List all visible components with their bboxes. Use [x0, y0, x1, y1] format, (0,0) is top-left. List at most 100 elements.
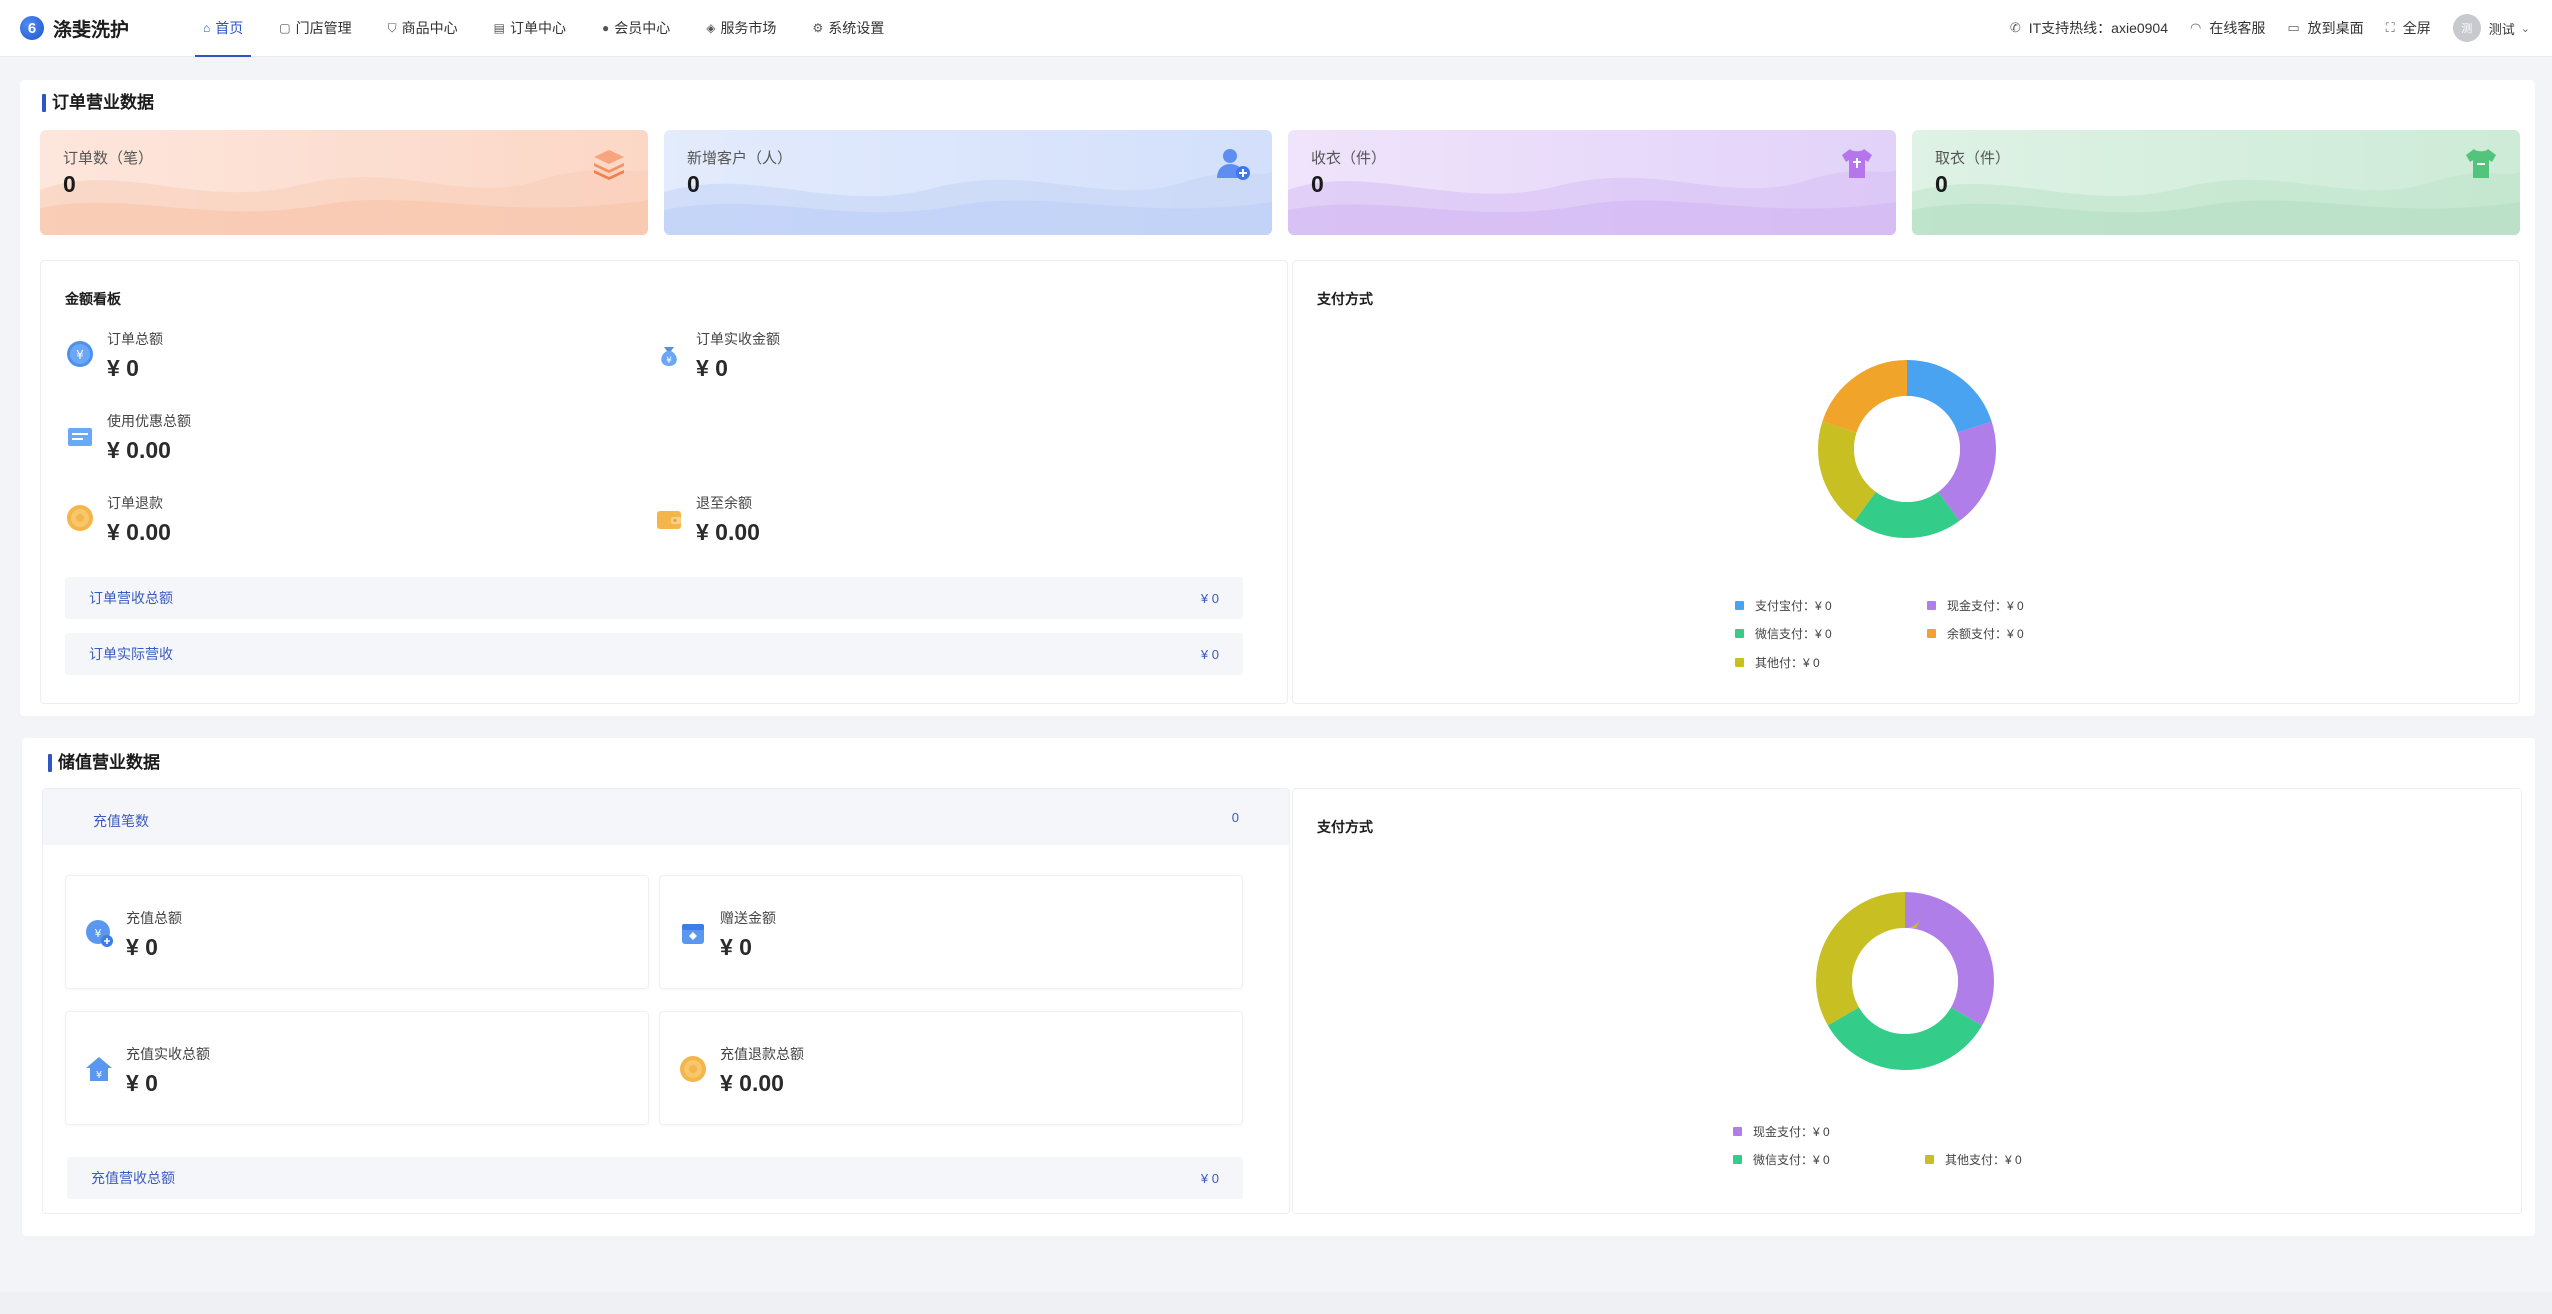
nav-item-products[interactable]: ⛉ 商品中心	[380, 0, 466, 57]
gear-icon: ⚙	[812, 21, 824, 35]
amount-board-panel: 金额看板 ¥ 订单总额 ¥ 0 ¥ 订单实收金额 ¥ 0 使用优惠总额 ¥ 0.…	[40, 260, 1288, 704]
stat-card-orders[interactable]: 订单数（笔） 0	[40, 130, 648, 235]
stat-card-receive-clothes[interactable]: 收衣（件） 0	[1288, 130, 1896, 235]
gift-card-icon	[682, 924, 704, 944]
stat-value: 0	[1935, 171, 1948, 197]
recharge-count-row: 充值笔数 0	[43, 789, 1289, 845]
strip-value: ¥ 0	[1200, 590, 1219, 606]
gift-amount-card: 赠送金额 ¥ 0	[659, 875, 1243, 989]
legend-dot	[1927, 629, 1936, 638]
legend-dot	[1733, 1155, 1742, 1164]
header-tools: ✆ IT支持热线：axie0904 ◠ 在线客服 ▭ 放到桌面 ⛶ 全屏 测 测…	[1988, 14, 2530, 42]
wave-decoration	[1288, 170, 1896, 235]
chevron-down-icon: ⌄	[2520, 22, 2530, 35]
metric-order-refund: 订单退款 ¥ 0.00	[65, 493, 171, 546]
order-icon: ▤	[493, 21, 505, 35]
legend-item-cash[interactable]: 现金支付：¥ 0	[1927, 597, 2024, 614]
metric-value: ¥ 0.00	[107, 519, 171, 545]
nav-item-members[interactable]: ● 会员中心	[594, 0, 678, 57]
recharge-business-section: 储值营业数据 充值笔数 0 ¥ 充值总额 ¥ 0 赠送金额 ¥ 0 ¥ 充值实收…	[22, 738, 2535, 1236]
add-user-icon	[1217, 149, 1250, 180]
order-revenue-actual-row: 订单实际营收 ¥ 0	[65, 633, 1243, 675]
metric-value: ¥ 0.00	[696, 519, 760, 545]
legend-dot	[1733, 1127, 1742, 1136]
metric-order-total: ¥ 订单总额 ¥ 0	[65, 329, 163, 382]
legend-item-wechat[interactable]: 微信支付：¥ 0	[1733, 1151, 1830, 1168]
nav-item-market[interactable]: ◈ 服务市场	[698, 0, 784, 57]
wallet-icon	[657, 511, 681, 529]
nav-item-store[interactable]: ▢ 门店管理	[271, 0, 359, 57]
legend-item-alipay[interactable]: 支付宝付：¥ 0	[1735, 597, 1832, 614]
market-icon: ◈	[706, 21, 716, 35]
recharge-coin-icon: ¥	[86, 920, 113, 947]
strip-value: ¥ 0	[1200, 646, 1219, 662]
metric-label: 充值实收总额	[126, 1046, 210, 1062]
online-service-label: 在线客服	[2209, 20, 2266, 36]
legend-item-other[interactable]: 其他支付：¥ 0	[1925, 1151, 2022, 1168]
svg-text:¥: ¥	[96, 1070, 102, 1081]
cart-icon: ⛉	[387, 20, 397, 35]
nav-item-label: 门店管理	[295, 20, 352, 36]
metric-label: 订单总额	[107, 331, 163, 347]
metric-label: 充值退款总额	[720, 1046, 804, 1062]
coupon-icon	[68, 428, 92, 446]
panel-title: 支付方式	[1317, 819, 1373, 835]
refund-coin-icon	[67, 505, 93, 531]
stat-label: 订单数（笔）	[63, 150, 154, 167]
legend-label: 余额支付：¥ 0	[1947, 627, 2024, 641]
strip-label: 充值笔数	[93, 813, 149, 829]
svg-text:¥: ¥	[95, 927, 102, 940]
fullscreen-button[interactable]: ⛶ 全屏	[2386, 18, 2431, 38]
metric-value: ¥ 0	[107, 355, 139, 381]
main-nav: ⌂ 首页 ▢ 门店管理 ⛉ 商品中心 ▤ 订单中心 ● 会员中心 ◈ 服务市场 …	[195, 0, 912, 57]
layers-icon	[594, 150, 624, 180]
legend-item-balance[interactable]: 余额支付：¥ 0	[1927, 625, 2024, 642]
home-icon: ⌂	[203, 21, 211, 35]
legend-label: 其他支付：¥ 0	[1945, 1153, 2022, 1167]
user-icon: ●	[601, 21, 610, 35]
payment-donut-chart	[1816, 892, 1994, 1070]
recharge-payment-panel: 支付方式 现金支付：¥ 0 微信支付：¥ 0 其他支付：¥ 0	[1292, 788, 2522, 1214]
shirt-in-icon	[1842, 149, 1872, 178]
desktop-button[interactable]: ▭ 放到桌面	[2287, 18, 2363, 38]
metric-label: 赠送金额	[720, 910, 776, 926]
stat-value: 0	[687, 171, 700, 197]
nav-item-label: 服务市场	[720, 20, 777, 36]
online-service-button[interactable]: ◠ 在线客服	[2190, 18, 2265, 38]
section-title: 订单营业数据	[42, 94, 154, 112]
refund-coin-icon	[680, 1056, 706, 1082]
hotline[interactable]: ✆ IT支持热线：axie0904	[2010, 18, 2168, 38]
panel-title: 金额看板	[65, 291, 121, 307]
nav-item-home[interactable]: ⌂ 首页	[195, 0, 252, 57]
legend-dot	[1735, 629, 1744, 638]
legend-label: 微信支付：¥ 0	[1755, 627, 1832, 641]
metric-recharge-received: ¥ 充值实收总额 ¥ 0	[84, 1044, 210, 1097]
metric-recharge-total: ¥ 充值总额 ¥ 0	[84, 908, 182, 961]
legend-item-cash[interactable]: 现金支付：¥ 0	[1733, 1123, 1830, 1140]
recharge-revenue-total-row: 充值营收总额 ¥ 0	[67, 1157, 1243, 1199]
legend-item-wechat[interactable]: 微信支付：¥ 0	[1735, 625, 1832, 642]
nav-item-label: 商品中心	[401, 20, 458, 36]
metric-discount-total: 使用优惠总额 ¥ 0.00	[65, 411, 191, 464]
user-menu[interactable]: 测 测试 ⌄	[2452, 14, 2530, 42]
nav-item-orders[interactable]: ▤ 订单中心	[486, 0, 574, 57]
yen-coin-icon: ¥	[67, 341, 93, 367]
metric-value: ¥ 0.00	[107, 437, 171, 463]
brand-logo-icon: 6	[20, 16, 44, 40]
stat-card-new-customers[interactable]: 新增客户（人） 0	[664, 130, 1272, 235]
nav-item-label: 订单中心	[509, 20, 566, 36]
nav-item-label: 会员中心	[614, 20, 671, 36]
legend-label: 现金支付：¥ 0	[1753, 1125, 1830, 1139]
fullscreen-icon: ⛶	[2385, 20, 2395, 35]
order-revenue-total-row: 订单营收总额 ¥ 0	[65, 577, 1243, 619]
legend-item-other[interactable]: 其他付：¥ 0	[1735, 654, 1820, 671]
legend-dot	[1925, 1155, 1934, 1164]
nav-item-settings[interactable]: ⚙ 系统设置	[804, 0, 892, 57]
metric-value: ¥ 0	[126, 934, 158, 960]
wave-decoration	[40, 170, 648, 235]
metric-label: 使用优惠总额	[107, 413, 191, 429]
brand[interactable]: 6 涤斐洗护	[20, 15, 175, 42]
stat-card-pickup-clothes[interactable]: 取衣（件） 0	[1912, 130, 2520, 235]
recharge-refund-card: 充值退款总额 ¥ 0.00	[659, 1011, 1243, 1125]
metric-gift-amount: 赠送金额 ¥ 0	[678, 908, 776, 961]
